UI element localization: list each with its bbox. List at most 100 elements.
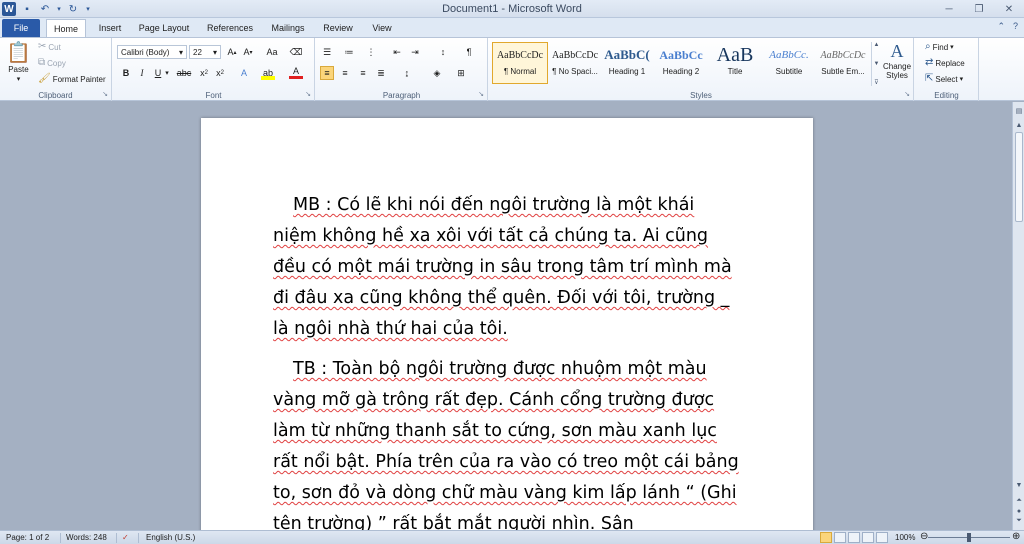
style-normal[interactable]: AaBbCcDc ¶ Normal — [492, 42, 548, 84]
bullets-icon[interactable]: ☰ — [320, 45, 334, 59]
document-paragraph[interactable]: TB : Toàn bộ ngôi trường được nhuộm một … — [273, 354, 743, 530]
gallery-more-icon[interactable]: ⊽ — [874, 79, 878, 86]
show-formatting-icon[interactable]: ¶ — [462, 45, 476, 59]
style-subtitle[interactable]: AaBbCc. Subtitle — [761, 42, 817, 84]
style-heading-1-preview: AaBbC( — [604, 47, 650, 62]
increase-indent-icon[interactable]: ⇥ — [408, 45, 422, 59]
word-count[interactable]: Words: 248 — [66, 533, 107, 542]
underline-dropdown-icon[interactable]: ▾ — [163, 66, 171, 80]
ribbon: 📋 Paste ▾ ✂ Cut ⧉ Copy 🖌 Format Painter … — [0, 37, 1024, 101]
change-styles-label-1: Change — [883, 62, 912, 71]
font-launcher-icon[interactable]: ↘ — [305, 90, 311, 98]
style-heading-2[interactable]: AaBbCc Heading 2 — [653, 42, 709, 84]
document-paragraph[interactable]: MB : Có lẽ khi nói đến ngôi trường là mộ… — [273, 190, 743, 345]
previous-page-icon[interactable]: ⏶ — [1014, 496, 1024, 506]
align-left-icon[interactable]: ≡ — [320, 66, 334, 80]
minimize-ribbon-icon[interactable]: ⌃ — [997, 21, 1005, 32]
window-title: Document1 - Microsoft Word — [442, 3, 582, 15]
copy-button[interactable]: ⧉ Copy — [38, 58, 66, 68]
select-dropdown-icon: ▾ — [959, 76, 964, 83]
style-no-spacing[interactable]: AaBbCcDc ¶ No Spaci... — [547, 42, 603, 84]
bold-icon[interactable]: B — [119, 66, 133, 80]
zoom-level[interactable]: 100% — [895, 533, 915, 542]
web-layout-view-icon[interactable] — [848, 532, 860, 543]
change-styles-button[interactable]: A Change Styles — [883, 40, 911, 80]
scroll-up-icon[interactable]: ▲ — [1014, 120, 1024, 130]
decrease-indent-icon[interactable]: ⇤ — [390, 45, 404, 59]
style-normal-name: ¶ Normal — [503, 67, 537, 76]
styles-launcher-icon[interactable]: ↘ — [904, 90, 910, 98]
line-spacing-icon[interactable]: ↨ — [400, 66, 414, 80]
next-page-icon[interactable]: ⏷ — [1014, 516, 1024, 526]
tab-home[interactable]: Home — [46, 19, 86, 37]
multilevel-list-icon[interactable]: ⋮ — [364, 45, 378, 59]
borders-icon[interactable]: ⊞ — [454, 66, 468, 80]
highlight-icon[interactable]: ab — [261, 66, 275, 80]
font-color-icon[interactable]: A — [289, 66, 303, 79]
grow-font-icon[interactable]: A ▴ — [225, 45, 239, 59]
format-painter-button[interactable]: 🖌 Format Painter — [38, 74, 106, 84]
minimize-icon[interactable]: ─ — [934, 0, 964, 18]
gallery-up-icon[interactable]: ▲ — [874, 42, 880, 48]
select-button[interactable]: ⇱ Select ▾ — [925, 74, 963, 84]
ruler-toggle-icon[interactable]: ▤ — [1014, 106, 1024, 116]
browse-object-icon[interactable]: ● — [1014, 506, 1024, 516]
numbering-icon[interactable]: ≔ — [342, 45, 356, 59]
language[interactable]: English (U.S.) — [146, 533, 195, 542]
close-icon[interactable]: ✕ — [994, 0, 1024, 18]
full-screen-reading-view-icon[interactable] — [834, 532, 846, 543]
align-center-icon[interactable]: ≡ — [338, 66, 352, 80]
restore-icon[interactable]: ❐ — [964, 0, 994, 18]
align-right-icon[interactable]: ≡ — [356, 66, 370, 80]
style-subtle-emphasis[interactable]: AaBbCcDc Subtle Em... — [815, 42, 871, 84]
tab-file[interactable]: File — [2, 19, 40, 37]
font-size-select[interactable]: 22 ▾ — [189, 45, 221, 59]
vertical-scrollbar[interactable]: ▤ ▲ ▼ ⏶ ● ⏷ — [1012, 102, 1024, 530]
clipboard-launcher-icon[interactable]: ↘ — [102, 90, 108, 98]
superscript-icon[interactable]: x2 — [213, 66, 227, 80]
status-divider — [116, 533, 117, 543]
help-icon[interactable]: ? — [1013, 21, 1018, 32]
paste-button[interactable]: 📋 Paste ▾ — [6, 42, 31, 83]
print-layout-view-icon[interactable] — [820, 532, 832, 543]
tab-view[interactable]: View — [364, 19, 400, 37]
cut-button[interactable]: ✂ Cut — [38, 42, 61, 52]
font-family-select[interactable]: Calibri (Body) ▾ — [117, 45, 187, 59]
zoom-slider-thumb[interactable] — [967, 533, 971, 542]
tab-review[interactable]: Review — [318, 19, 358, 37]
select-label: Select — [935, 74, 958, 84]
document-body[interactable]: MB : Có lẽ khi nói đến ngôi trường là mộ… — [273, 190, 743, 530]
gallery-down-icon[interactable]: ▼ — [874, 61, 880, 67]
proofing-icon[interactable]: ✓ — [122, 533, 129, 542]
tab-references[interactable]: References — [200, 19, 260, 37]
subscript-icon[interactable]: x2 — [197, 66, 211, 80]
outline-view-icon[interactable] — [862, 532, 874, 543]
find-button[interactable]: ⌕ Find ▾ — [925, 42, 954, 52]
replace-button[interactable]: ⇄ Replace — [925, 58, 965, 68]
zoom-in-icon[interactable]: ⊕ — [1012, 531, 1020, 542]
document-area: MB : Có lẽ khi nói đến ngôi trường là mộ… — [0, 102, 1012, 530]
italic-icon[interactable]: I — [135, 66, 149, 80]
sort-icon[interactable]: ↕ — [436, 45, 450, 59]
shading-icon[interactable]: ◈ — [430, 66, 444, 80]
change-case-button[interactable]: Aa — [263, 45, 281, 59]
draft-view-icon[interactable] — [876, 532, 888, 543]
justify-icon[interactable]: ≣ — [374, 66, 388, 80]
paragraph-launcher-icon[interactable]: ↘ — [478, 90, 484, 98]
status-divider — [138, 533, 139, 543]
page-count[interactable]: Page: 1 of 2 — [6, 533, 49, 542]
scroll-down-icon[interactable]: ▼ — [1014, 480, 1024, 490]
tab-page-layout[interactable]: Page Layout — [134, 19, 194, 37]
scroll-thumb[interactable] — [1015, 132, 1023, 222]
document-page[interactable]: MB : Có lẽ khi nói đến ngôi trường là mộ… — [201, 118, 813, 530]
tab-mailings[interactable]: Mailings — [264, 19, 312, 37]
shrink-font-icon[interactable]: A ▾ — [241, 45, 255, 59]
font-size-value: 22 — [193, 47, 202, 57]
style-heading-1[interactable]: AaBbC( Heading 1 — [599, 42, 655, 84]
style-subtitle-preview: AaBbCc. — [769, 49, 809, 61]
tab-insert[interactable]: Insert — [90, 19, 130, 37]
text-effects-icon[interactable]: A — [237, 66, 251, 80]
style-title[interactable]: AaB Title — [707, 42, 763, 84]
strikethrough-icon[interactable]: abc — [175, 66, 193, 80]
clear-formatting-icon[interactable]: ⌫ — [289, 45, 303, 59]
